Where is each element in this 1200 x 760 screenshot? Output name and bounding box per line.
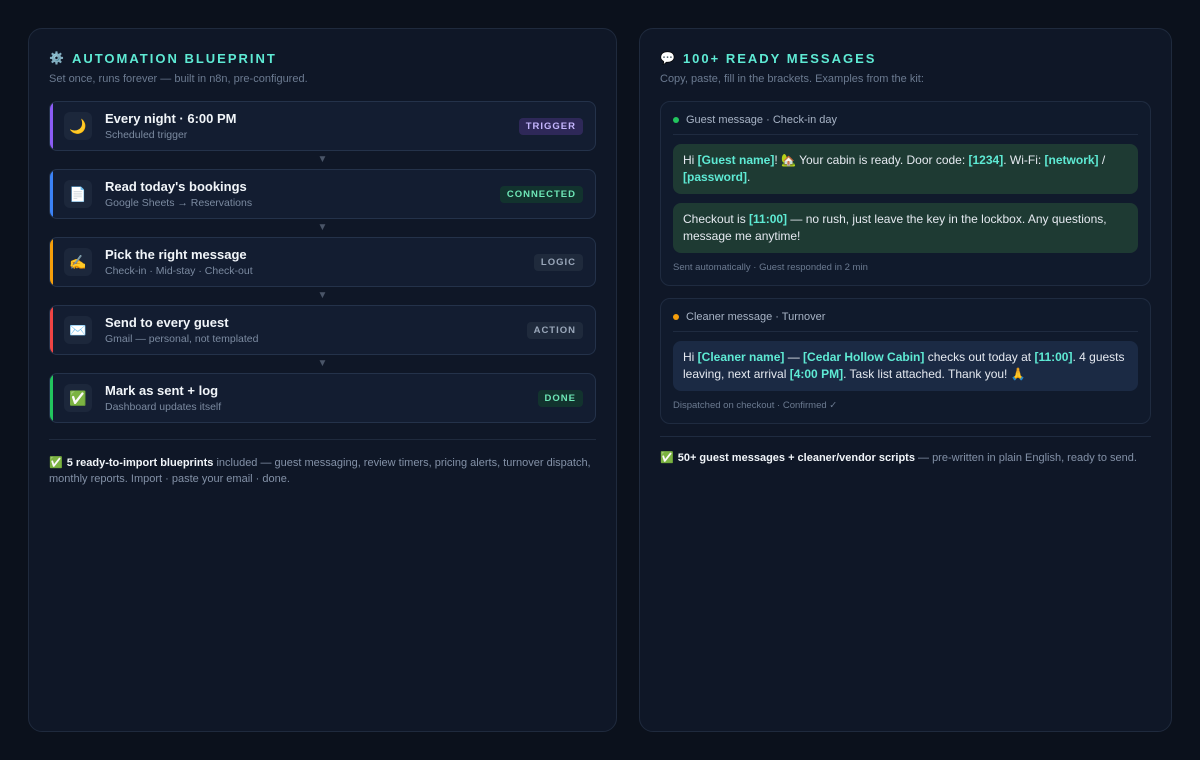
panel-title-text: AUTOMATION BLUEPRINT <box>71 50 277 66</box>
message-text: Hi <box>683 153 698 167</box>
message-card: Guest message · Check-in day Hi [Guest na… <box>660 101 1151 286</box>
step-text: Mark as sent + log Dashboard updates itse… <box>105 383 538 413</box>
card-heading: Cleaner message · Turnover <box>673 311 1138 332</box>
footnote-bold: 50+ guest messages + cleaner/vendor scri… <box>677 452 915 464</box>
workflow-step: ✉️ Send to every guest Gmail — personal, n… <box>49 305 596 355</box>
card-meta: Dispatched on checkout · Confirmed ✓ <box>673 400 838 411</box>
speech-bubble-icon: 💬 <box>660 51 675 65</box>
document-icon: 📄 <box>64 180 92 208</box>
ready-messages-panel: 💬 100+ READY MESSAGES Copy, paste, fill … <box>639 28 1172 732</box>
status-badge: ACTION <box>526 321 583 339</box>
step-description: Google Sheets → Reservations <box>105 197 253 209</box>
check-box-icon: ✅ <box>64 384 92 412</box>
status-badge: DONE <box>537 389 583 407</box>
envelope-icon: ✉️ <box>64 316 92 344</box>
message-card: Cleaner message · Turnover Hi [Cleaner na… <box>660 298 1151 424</box>
automation-blueprint-panel: ⚙️ AUTOMATION BLUEPRINT Set once, runs f… <box>28 28 617 732</box>
step-text: Send to every guest Gmail — personal, not… <box>105 315 527 345</box>
workflow-step: ✅ Mark as sent + log Dashboard updates its… <box>49 373 596 423</box>
panel-title: ⚙️ AUTOMATION BLUEPRINT <box>49 49 596 67</box>
placeholder-token: [Cleaner name] <box>697 350 785 364</box>
message-bubble: Hi [Guest name]! 🏡 Your cabin is ready. … <box>673 144 1138 194</box>
message-bubble: Hi [Cleaner name] — [Cedar Hollow Cabin]… <box>673 341 1138 391</box>
step-text: Read today's bookings Google Sheets → Res… <box>105 179 500 209</box>
divider <box>660 436 1151 437</box>
card-meta: Sent automatically · Guest responded in … <box>673 262 868 273</box>
gear-icon: ⚙️ <box>49 51 64 65</box>
writing-hand-icon: ✍️ <box>64 248 92 276</box>
divider <box>49 439 596 440</box>
status-badge: CONNECTED <box>499 185 583 203</box>
step-description: Scheduled trigger <box>105 129 188 141</box>
footnote-text: — pre-written in plain English, ready to… <box>914 452 1137 464</box>
message-text: . <box>747 170 751 184</box>
step-description: Check-in · Mid-stay · Check-out <box>105 265 253 277</box>
step-text: Pick the right message Check-in · Mid-sta… <box>105 247 534 277</box>
flow-arrow-icon: ▼ <box>317 154 328 165</box>
step-title: Send to every guest <box>105 315 229 330</box>
card-heading-text: Cleaner message · Turnover <box>686 311 826 323</box>
card-heading: Guest message · Check-in day <box>673 114 1138 135</box>
message-bubble: Checkout is [11:00] — no rush, just leav… <box>673 203 1138 253</box>
step-description: Gmail — personal, not templated <box>105 333 259 345</box>
placeholder-token: [11:00] <box>749 212 788 226</box>
step-description: Dashboard updates itself <box>105 401 222 413</box>
step-title: Mark as sent + log <box>105 383 219 398</box>
flow-arrow-icon: ▼ <box>317 358 328 369</box>
step-title: Read today's bookings <box>105 179 247 194</box>
message-text: Hi <box>683 350 698 364</box>
blueprints-footnote: ✅ 5 ready-to-import blueprints included —… <box>49 455 596 487</box>
placeholder-token: [4:00 PM] <box>789 367 844 381</box>
status-dot-icon <box>673 117 679 123</box>
status-badge: LOGIC <box>533 253 583 271</box>
flow-arrow-icon: ▼ <box>317 290 328 301</box>
footnote-bold: 5 ready-to-import blueprints <box>66 457 214 469</box>
placeholder-token: [network] <box>1044 153 1099 167</box>
step-title: Every night · 6:00 PM <box>105 111 237 126</box>
card-heading-text: Guest message · Check-in day <box>686 114 838 126</box>
status-badge: TRIGGER <box>518 117 583 135</box>
placeholder-token: [Guest name] <box>697 153 775 167</box>
message-text: checks out today at <box>924 350 1035 364</box>
message-text: . Task list attached. Thank you! 🙏 <box>843 367 1026 381</box>
panel-subtitle: Copy, paste, fill in the brackets. Examp… <box>660 73 924 85</box>
placeholder-token: [password] <box>683 170 748 184</box>
moon-icon: 🌙 <box>64 112 92 140</box>
workflow-step: 🌙 Every night · 6:00 PM Scheduled trigger T… <box>49 101 596 151</box>
placeholder-token: [Cedar Hollow Cabin] <box>803 350 925 364</box>
checkmark-icon: ✅ <box>49 457 63 469</box>
message-text: Checkout is <box>683 212 750 226</box>
flow-arrow-icon: ▼ <box>317 222 328 233</box>
panel-title: 💬 100+ READY MESSAGES <box>660 49 1151 67</box>
workflow-steps: 🌙 Every night · 6:00 PM Scheduled trigger T… <box>49 101 596 423</box>
workflow-step: ✍️ Pick the right message Check-in · Mid-s… <box>49 237 596 287</box>
step-text: Every night · 6:00 PM Scheduled trigger <box>105 111 519 141</box>
placeholder-token: [11:00] <box>1034 350 1073 364</box>
message-cards: Guest message · Check-in day Hi [Guest na… <box>660 101 1151 424</box>
checkmark-icon: ✅ <box>660 452 674 464</box>
status-dot-icon <box>673 314 679 320</box>
panel-subtitle: Set once, runs forever — built in n8n, p… <box>49 73 308 85</box>
workflow-step: 📄 Read today's bookings Google Sheets → Re… <box>49 169 596 219</box>
step-title: Pick the right message <box>105 247 247 262</box>
message-text: / <box>1098 153 1106 167</box>
message-text: . Wi-Fi: <box>1003 153 1045 167</box>
message-text: ! 🏡 Your cabin is ready. Door code: <box>774 153 969 167</box>
messages-footnote: ✅ 50+ guest messages + cleaner/vendor scr… <box>660 451 1151 464</box>
placeholder-token: [1234] <box>968 153 1004 167</box>
message-text: — <box>784 350 804 364</box>
panel-title-text: 100+ READY MESSAGES <box>682 50 877 66</box>
